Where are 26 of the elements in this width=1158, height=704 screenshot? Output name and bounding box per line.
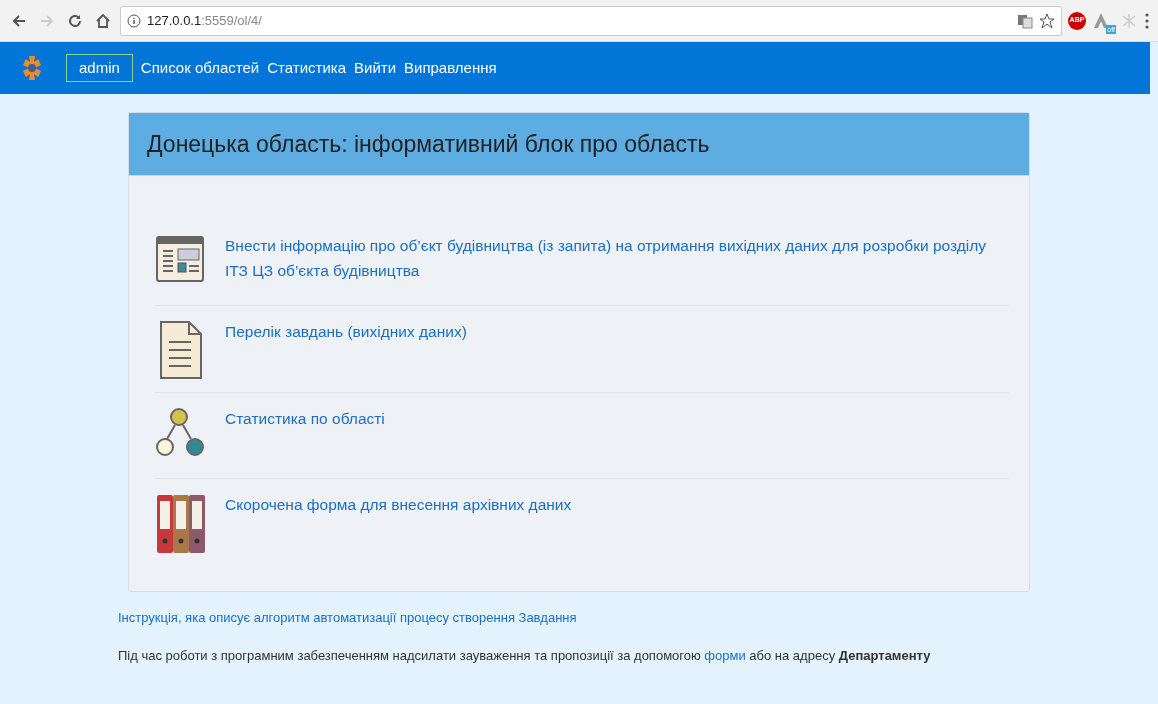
nav-link[interactable]: Статистика — [267, 56, 346, 80]
web-page-icon — [155, 234, 205, 284]
home-icon — [95, 12, 111, 29]
emblem-icon — [20, 56, 44, 80]
user-name: admin — [66, 53, 133, 83]
binders-icon — [155, 493, 207, 555]
node-diagram-icon — [155, 407, 207, 459]
card-header: Донецька область: інформативний блок про область — [129, 113, 1029, 176]
back-arrow-icon — [11, 12, 27, 29]
translate-icon[interactable] — [1017, 12, 1033, 29]
address-bar[interactable]: 127.0.0.1:5559/ol/4/ — [120, 5, 1062, 36]
info-icon — [127, 13, 141, 28]
item-link[interactable]: Статистика по області — [225, 407, 385, 432]
star-icon[interactable] — [1039, 12, 1055, 29]
nav-link[interactable]: Виправлення — [404, 56, 497, 80]
item-link[interactable]: Скорочена форма для внесення архівних даних — [225, 493, 572, 518]
item-link[interactable]: Перелік завдань (вихідних даних) — [225, 320, 467, 345]
menu-icon[interactable] — [1144, 11, 1150, 30]
feedback-text: Під час роботи з програмним забезпеченням надсилати зауваження та пропозиції за допомогою форми або на адресу Департаменту — [118, 647, 932, 665]
forward-arrow-icon — [39, 12, 55, 29]
instruction-link[interactable]: Інструкція, яка описує алгоритм автоматизації процесу створення Завдання — [118, 608, 577, 628]
reload-icon — [67, 12, 83, 29]
form-link[interactable]: форми — [704, 648, 746, 663]
nav-link[interactable]: Список областей — [140, 56, 260, 80]
item-link[interactable]: Внести інформацію про об’єкт будівництва (із запита) на отримання вихідних даних для розробки розділу ІТЗ ЦЗ об’єкта будівництва — [225, 234, 1009, 284]
nav-link[interactable]: Вийти — [354, 56, 396, 80]
